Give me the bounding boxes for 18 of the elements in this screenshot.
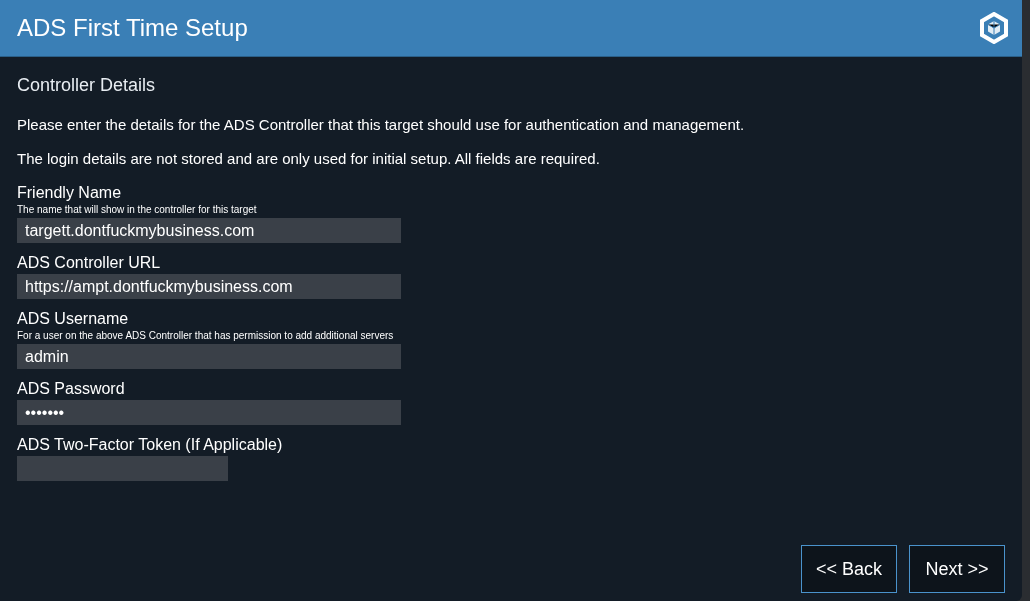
hexagon-logo-icon <box>979 12 1009 44</box>
window-title: ADS First Time Setup <box>17 14 248 42</box>
help-text: The name that will show in the controller for this target <box>17 204 258 215</box>
input-field[interactable]: https://ampt.dontfuckmybusiness.com <box>17 274 401 299</box>
field-label: ADS Password <box>17 380 126 398</box>
section-title: Controller Details <box>17 75 157 96</box>
input-field[interactable]: ••••••• <box>17 400 401 425</box>
nav-button[interactable]: << Back <box>801 545 897 593</box>
field-label: ADS Two-Factor Token (If Applicable) <box>17 436 284 454</box>
nav-button[interactable]: Next >> <box>909 545 1005 593</box>
input-field[interactable]: admin <box>17 344 401 369</box>
instruction-text: Please enter the details for the ADS Controller that this target should use for authentication and management. <box>17 116 746 133</box>
field-label: Friendly Name <box>17 184 123 202</box>
instruction-text: The login details are not stored and are only used for initial setup. All fields are required. <box>17 150 601 167</box>
input-field[interactable]: targett.dontfuckmybusiness.com <box>17 218 401 243</box>
field-label: ADS Controller URL <box>17 254 162 272</box>
field-label: ADS Username <box>17 310 130 328</box>
help-text: For a user on the above ADS Controller that has permission to add additional servers <box>17 330 395 341</box>
